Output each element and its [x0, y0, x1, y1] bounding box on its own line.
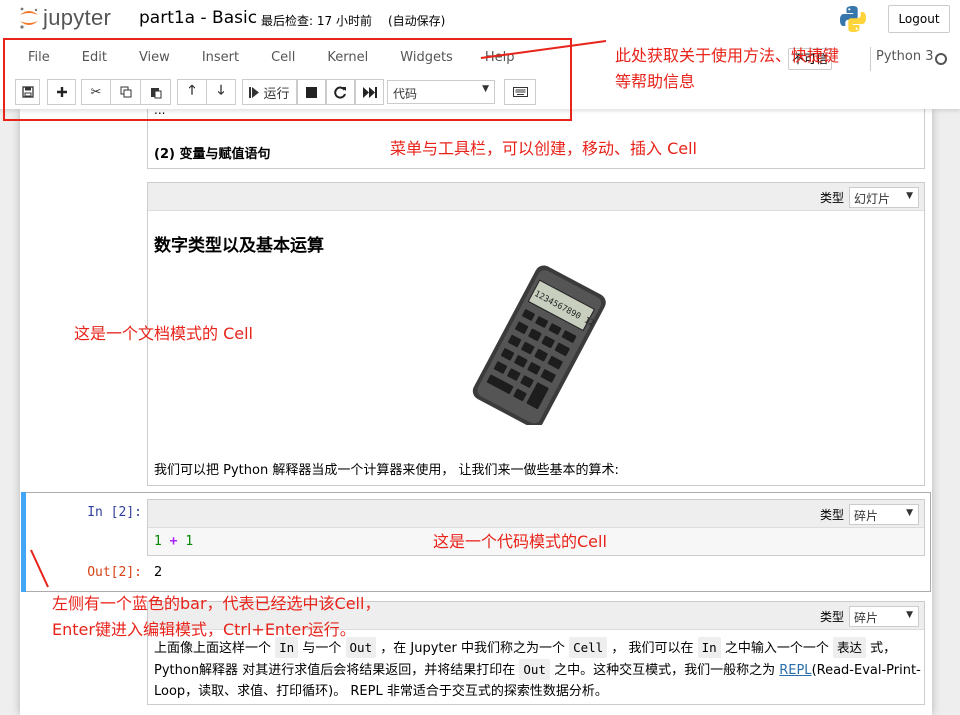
python-logo-icon — [838, 4, 868, 34]
slide-type-label: 类型 — [820, 191, 845, 205]
inline-code: In — [697, 637, 721, 658]
cell-toolbar: 类型 幻灯片 ▼ — [148, 183, 924, 211]
cell-output: 2 — [154, 565, 163, 580]
fragment-type-select[interactable]: 碎片 ▼ — [849, 606, 919, 627]
cell-paragraph: 我们可以把 Python 解释器当成一个计算器来使用， 让我们来一做些基本的算术… — [154, 463, 619, 478]
fragment-type-label: 类型 — [820, 610, 845, 624]
jupyter-logo-text: jupyter — [43, 5, 112, 30]
checkpoint-status: 最后检查: 17 小时前 — [261, 14, 372, 28]
code-type-label: 类型 — [820, 508, 845, 522]
cell-toolbar: 类型 碎片 ▼ — [148, 500, 924, 528]
inline-code: Out — [345, 637, 377, 658]
code-line[interactable]: 1 + 1 — [154, 534, 193, 549]
section-heading: (2) 变量与赋值语句 — [154, 147, 271, 162]
slide-type-value: 幻灯片 — [854, 192, 891, 206]
chevron-down-icon: ▼ — [906, 508, 913, 518]
markdown-cell-slide[interactable]: 类型 幻灯片 ▼ 数字类型以及基本运算 1234567890 12 我们可以把 … — [147, 182, 925, 486]
text-run: 之中输入一个一个 — [724, 641, 829, 656]
code-number: 1 — [185, 534, 194, 549]
annotation-blue-bar-2: Enter键进入编辑模式，Ctrl+Enter运行。 — [52, 620, 356, 639]
slide-type-select[interactable]: 幻灯片 ▼ — [849, 187, 919, 208]
annotation-help: 此处获取关于使用方法、快捷键 — [615, 46, 840, 65]
logout-button[interactable]: Logout — [888, 5, 950, 33]
repl-link[interactable]: REPL — [779, 663, 811, 678]
jupyter-logo-icon — [18, 6, 40, 30]
text-run: ，在 Jupyter 中我们称之为一个 — [380, 641, 565, 656]
inline-code: In — [275, 637, 299, 658]
annotation-menu: 菜单与工具栏，可以创建，移动、插入 Cell — [390, 139, 697, 158]
kernel-name: Python 3 — [876, 49, 934, 64]
text-run: 与一个 — [302, 641, 342, 656]
chevron-down-icon: ▼ — [906, 191, 913, 201]
code-operator: + — [169, 534, 178, 549]
jupyter-logo[interactable]: jupyter — [18, 5, 111, 31]
inline-code: Out — [519, 659, 550, 680]
annotation-blue-bar: 左侧有一个蓝色的bar，代表已经选中该Cell， — [52, 594, 381, 613]
inline-code: 表达 — [833, 637, 867, 658]
annotation-doc-cell: 这是一个文档模式的 Cell — [74, 324, 253, 343]
text-run: 上面像上面这样一个 — [154, 641, 272, 656]
autosave-status: (自动保存) — [388, 14, 446, 28]
annotation-help-2: 等帮助信息 — [615, 72, 696, 91]
notebook-title[interactable]: part1a - Basic — [139, 8, 257, 28]
chevron-down-icon: ▼ — [906, 610, 913, 620]
code-number: 1 — [154, 534, 162, 549]
out-prompt: Out[2]: — [87, 565, 142, 580]
selected-cell-bar — [21, 492, 26, 592]
cell-paragraph: 上面像上面这样一个 In 与一个 Out ，在 Jupyter 中我们称之为一个… — [154, 637, 922, 702]
fragment-type-value: 碎片 — [854, 611, 879, 625]
calculator-image: 1234567890 12 — [453, 265, 623, 429]
cell-heading: 数字类型以及基本运算 — [154, 236, 324, 256]
annotation-code-cell: 这是一个代码模式的Cell — [433, 532, 607, 551]
menu-highlight-box — [3, 38, 572, 121]
code-type-value: 碎片 — [854, 509, 879, 523]
text-run: ， 我们可以在 — [611, 641, 694, 656]
kernel-divider — [870, 47, 871, 71]
text-run: 之中。这种交互模式，我们一般称之为 — [554, 663, 776, 678]
in-prompt: In [2]: — [87, 505, 142, 520]
kernel-idle-icon — [935, 53, 947, 65]
inline-code: Cell — [569, 637, 608, 658]
code-type-select[interactable]: 碎片 ▼ — [849, 504, 919, 525]
